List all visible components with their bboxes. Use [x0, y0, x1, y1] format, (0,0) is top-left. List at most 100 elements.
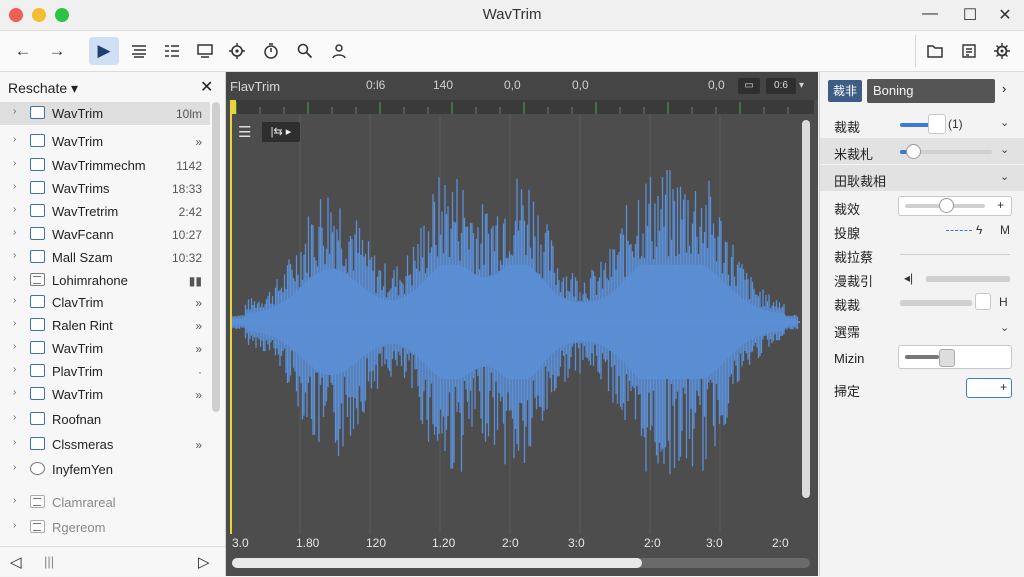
transport-mini-button[interactable]: |⇆ ▸	[262, 122, 300, 142]
chevron-right-icon[interactable]: ›	[13, 437, 16, 448]
header-value: 0:l6	[366, 78, 386, 92]
chevron-right-icon[interactable]: ›	[1002, 81, 1006, 96]
view-toggle-button[interactable]: ▭	[738, 78, 760, 94]
editor-horizontal-scrollbar[interactable]	[232, 558, 810, 568]
sidebar-item-value: 10:32	[171, 251, 202, 265]
slider-thumb[interactable]	[928, 114, 946, 134]
chevron-right-icon[interactable]: ›	[13, 462, 16, 473]
sidebar-item[interactable]: › WavTrim »	[0, 383, 210, 406]
chevron-right-icon[interactable]: ›	[13, 106, 16, 117]
align-icon[interactable]	[124, 37, 154, 65]
minimize-icon[interactable]: —	[920, 5, 940, 23]
chevron-right-icon[interactable]: ›	[13, 181, 16, 192]
sidebar-item[interactable]: › Ralen Rint »	[0, 314, 210, 337]
editor-title: FlavTrim	[230, 79, 281, 94]
folder-icon[interactable]	[920, 37, 950, 65]
sidebar-item[interactable]: › InyfemYen	[0, 458, 210, 481]
scroll-thumb[interactable]	[232, 558, 642, 568]
slider-knob[interactable]	[939, 198, 954, 213]
chevron-down-icon[interactable]: ⌄	[1000, 143, 1009, 156]
chevron-right-icon[interactable]: ›	[13, 250, 16, 261]
chevron-right-icon[interactable]: ›	[13, 204, 16, 215]
header-value: 0,0	[504, 78, 521, 92]
next-icon[interactable]: ▷	[198, 553, 210, 571]
mix-slider[interactable]	[900, 144, 992, 159]
chevron-right-icon[interactable]: ›	[13, 520, 16, 531]
search-icon[interactable]	[290, 37, 320, 65]
mix-slider[interactable]	[905, 355, 939, 359]
slider-knob[interactable]	[906, 144, 921, 159]
chevron-right-icon[interactable]: ›	[13, 495, 16, 506]
sidebar-item[interactable]: › Mall Szam 10:32	[0, 246, 210, 269]
sidebar-item[interactable]: › WavTrims 18:33	[0, 177, 210, 200]
chevron-down-icon[interactable]: ⌄	[1000, 116, 1009, 129]
row-value[interactable]: +	[997, 198, 1004, 212]
sidebar-item[interactable]: › WavTrim 10lm	[0, 102, 210, 125]
close-icon[interactable]: ✕	[995, 5, 1015, 25]
sidebar-item-label: Clssmeras	[52, 437, 114, 452]
chevron-down-icon[interactable]: ⌄	[1000, 170, 1009, 183]
menu-icon[interactable]: ☰	[238, 123, 251, 141]
fade-slider[interactable]	[900, 300, 972, 306]
sidebar-item[interactable]: › ClavTrim »	[0, 291, 210, 314]
slider-thumb[interactable]	[939, 349, 955, 367]
chevron-right-icon[interactable]: ›	[13, 412, 16, 423]
timer-icon[interactable]	[256, 37, 286, 65]
chevron-right-icon[interactable]: ›	[13, 341, 16, 352]
sidebar-item[interactable]: › WavTrim »	[0, 337, 210, 360]
row-label: 田耿裁相	[834, 174, 887, 189]
inspector-tag[interactable]: 裁非	[828, 80, 862, 102]
waveform-canvas[interactable]	[230, 114, 800, 534]
prev-icon[interactable]: ◁	[10, 553, 22, 571]
editor-vertical-scrollbar[interactable]	[802, 120, 810, 498]
sidebar-item[interactable]: › Roofnan	[0, 408, 210, 431]
chevron-right-icon[interactable]: ›	[13, 295, 16, 306]
sidebar-title[interactable]: Reschate ▾	[8, 80, 78, 97]
playhead-marker[interactable]	[230, 100, 236, 114]
chevron-right-icon[interactable]: ›	[13, 387, 16, 398]
chevron-right-icon[interactable]: ›	[13, 318, 16, 329]
row-label: 裁裁	[834, 298, 861, 313]
gear-icon[interactable]	[987, 37, 1017, 65]
user-icon[interactable]	[324, 37, 354, 65]
sidebar-item[interactable]: › Clamrareal	[0, 491, 210, 514]
chevron-right-icon[interactable]: ›	[13, 158, 16, 169]
sidebar-item[interactable]: › Rgereom	[0, 516, 210, 539]
sidebar-item[interactable]: › WavFcann 10:27	[0, 223, 210, 246]
maximize-icon[interactable]: ☐	[960, 5, 980, 25]
close-icon[interactable]: ✕	[200, 77, 213, 97]
chip-icon[interactable]	[222, 37, 252, 65]
chevron-right-icon[interactable]: ›	[13, 364, 16, 375]
export-icon[interactable]	[954, 37, 984, 65]
sidebar-item[interactable]: › Lohimrahone ▮▮	[0, 269, 210, 292]
pan-slider[interactable]	[926, 276, 1010, 282]
chevron-down-icon[interactable]: ⌄	[1000, 321, 1009, 334]
mix-control[interactable]	[898, 345, 1012, 369]
level-control[interactable]: +	[898, 196, 1012, 216]
play-button[interactable]: ▶	[89, 37, 119, 65]
timeline-ruler[interactable]	[230, 100, 814, 114]
chevron-right-icon[interactable]: ›	[13, 273, 16, 284]
chevron-down-icon[interactable]: ▾	[799, 80, 804, 91]
sidebar-item[interactable]: › WavTrim »	[0, 130, 210, 153]
monitor-icon[interactable]	[190, 37, 220, 65]
list-icon[interactable]	[157, 37, 187, 65]
back-icon[interactable]: ←	[8, 37, 38, 65]
folder-icon	[30, 250, 45, 263]
row-label: 投腺	[834, 226, 861, 241]
chevron-right-icon[interactable]: ›	[13, 227, 16, 238]
sidebar-item[interactable]: › WavTrimmechm 1142	[0, 154, 210, 177]
sidebar-item-label: WavTrim	[52, 387, 104, 402]
sidebar-item[interactable]: › Clssmeras »	[0, 433, 210, 456]
sidebar-scrollbar[interactable]	[212, 102, 220, 412]
zoom-select[interactable]: 0:6	[766, 78, 796, 94]
row-value[interactable]: ◂|	[904, 271, 913, 285]
sidebar-item[interactable]: › WavTretrim 2:42	[0, 200, 210, 223]
chevron-right-icon[interactable]: ›	[13, 134, 16, 145]
sidebar-item[interactable]: › PlavTrim ·	[0, 360, 210, 383]
add-button[interactable]: +	[966, 378, 1012, 398]
checkbox[interactable]	[975, 293, 991, 310]
level-slider[interactable]	[905, 198, 985, 213]
preset-field[interactable]: Boning	[867, 79, 995, 103]
forward-icon[interactable]: →	[42, 37, 72, 65]
